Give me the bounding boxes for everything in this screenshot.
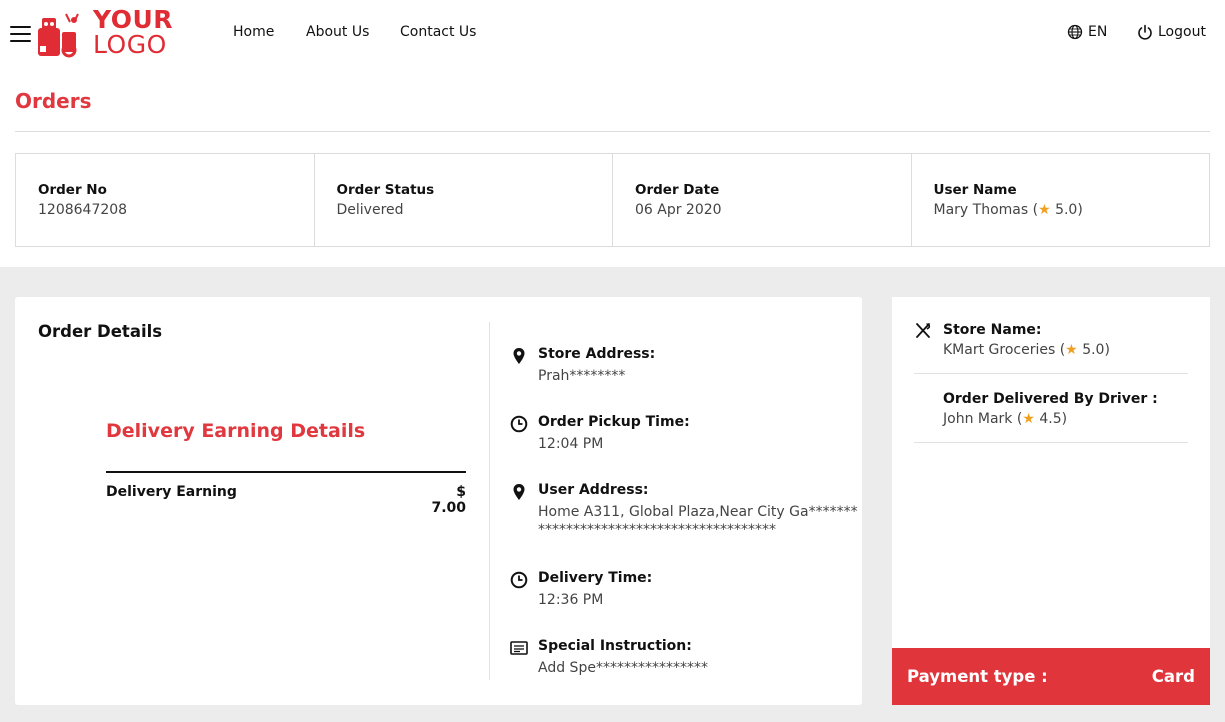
delivery-time: Delivery Time: 12:36 PM [509, 570, 869, 609]
top-header: YOUR LOGO Home About Us Contact Us EN Lo… [0, 0, 1225, 70]
clock-icon [509, 414, 529, 434]
nav-home[interactable]: Home [233, 24, 274, 40]
payment-type-label: Payment type : [907, 667, 1048, 686]
logo-line-1: YOUR [93, 5, 174, 34]
language-label: EN [1088, 24, 1108, 40]
user-name-cell: User Name Mary Thomas (★ 5.0) [912, 154, 1210, 246]
star-icon: ★ [1065, 342, 1078, 358]
user-address-label: User Address: [538, 482, 649, 498]
globe-icon [1067, 24, 1083, 40]
delivery-time-value: 12:36 PM [538, 592, 604, 608]
order-date-cell: Order Date 06 Apr 2020 [613, 154, 912, 246]
divider [15, 131, 1210, 132]
earning-rule [106, 471, 466, 473]
language-selector[interactable]: EN [1067, 24, 1107, 40]
store-info: Store Name: KMart Groceries (★ 5.0) [914, 322, 1188, 374]
store-address-value: Prah******** [538, 368, 626, 384]
store-rating: 5.0) [1082, 342, 1110, 358]
order-date-value: 06 Apr 2020 [635, 202, 722, 218]
order-no-value: 1208647208 [38, 202, 128, 218]
logout-button[interactable]: Logout [1137, 24, 1206, 40]
driver-rating: 4.5) [1039, 411, 1068, 427]
pickup-time: Order Pickup Time: 12:04 PM [509, 414, 869, 453]
special-instruction-label: Special Instruction: [538, 638, 692, 654]
special-instruction-value: Add Spe**************** [538, 660, 708, 676]
user-name-text: Mary Thomas ( [933, 202, 1039, 218]
logo-text[interactable]: YOUR LOGO [93, 7, 173, 57]
pickup-time-value: 12:04 PM [538, 436, 604, 452]
pickup-time-label: Order Pickup Time: [538, 414, 690, 430]
page-title: Orders [15, 89, 92, 113]
special-instruction: Special Instruction: Add Spe************… [509, 638, 869, 677]
store-address-label: Store Address: [538, 346, 656, 362]
store-name-text: KMart Groceries ( [943, 342, 1066, 358]
order-no-label: Order No [38, 182, 107, 198]
driver-name-text: John Mark ( [943, 411, 1023, 427]
orders-header-panel: Orders Order No 1208647208 Order Status … [0, 70, 1225, 267]
location-pin-icon [509, 346, 529, 366]
logo-icon[interactable] [36, 10, 84, 58]
driver-info: Order Delivered By Driver : John Mark (★… [914, 391, 1188, 443]
driver-label: Order Delivered By Driver : [943, 391, 1158, 407]
user-rating: 5.0) [1055, 202, 1083, 218]
store-driver-card: Store Name: KMart Groceries (★ 5.0) Orde… [892, 297, 1210, 705]
order-date-label: Order Date [635, 182, 720, 198]
store-name-value: KMart Groceries (★ 5.0) [943, 342, 1188, 358]
clock-icon [509, 570, 529, 590]
logo-line-2: LOGO [93, 30, 167, 59]
nav-contact-us[interactable]: Contact Us [400, 24, 476, 40]
note-icon [509, 638, 529, 658]
driver-name-value: John Mark (★ 4.5) [943, 411, 1188, 427]
store-address: Store Address: Prah******** [509, 346, 869, 385]
user-address-value: Home A311, Global Plaza,Near City Ga****… [538, 504, 858, 538]
earning-label: Delivery Earning [106, 484, 237, 500]
store-name-label: Store Name: [943, 322, 1042, 338]
order-details-card: Order Details Delivery Earning Details D… [15, 297, 862, 705]
star-icon: ★ [1022, 411, 1035, 427]
earning-title: Delivery Earning Details [106, 420, 366, 442]
order-summary: Order No 1208647208 Order Status Deliver… [15, 153, 1210, 247]
user-name-value: Mary Thomas (★ 5.0) [934, 202, 1210, 218]
order-status-value: Delivered [336, 202, 404, 218]
payment-type-bar: Payment type : Card [892, 648, 1210, 705]
payment-type-value: Card [1151, 667, 1195, 686]
delivery-time-label: Delivery Time: [538, 570, 653, 586]
order-status-cell: Order Status Delivered [315, 154, 613, 246]
order-no-cell: Order No 1208647208 [16, 154, 315, 246]
user-name-label: User Name [933, 182, 1017, 198]
logout-label: Logout [1158, 24, 1206, 40]
utensils-icon [916, 323, 931, 338]
location-pin-icon [509, 482, 529, 502]
nav-about-us[interactable]: About Us [306, 24, 369, 40]
star-icon: ★ [1038, 202, 1051, 218]
order-details-title: Order Details [38, 322, 163, 341]
order-status-label: Order Status [336, 182, 435, 198]
menu-icon[interactable] [10, 26, 31, 42]
vertical-divider [489, 322, 490, 680]
power-icon [1138, 24, 1152, 40]
earning-value: $ 7.00 [431, 484, 466, 516]
user-address: User Address: Home A311, Global Plaza,Ne… [509, 482, 869, 539]
